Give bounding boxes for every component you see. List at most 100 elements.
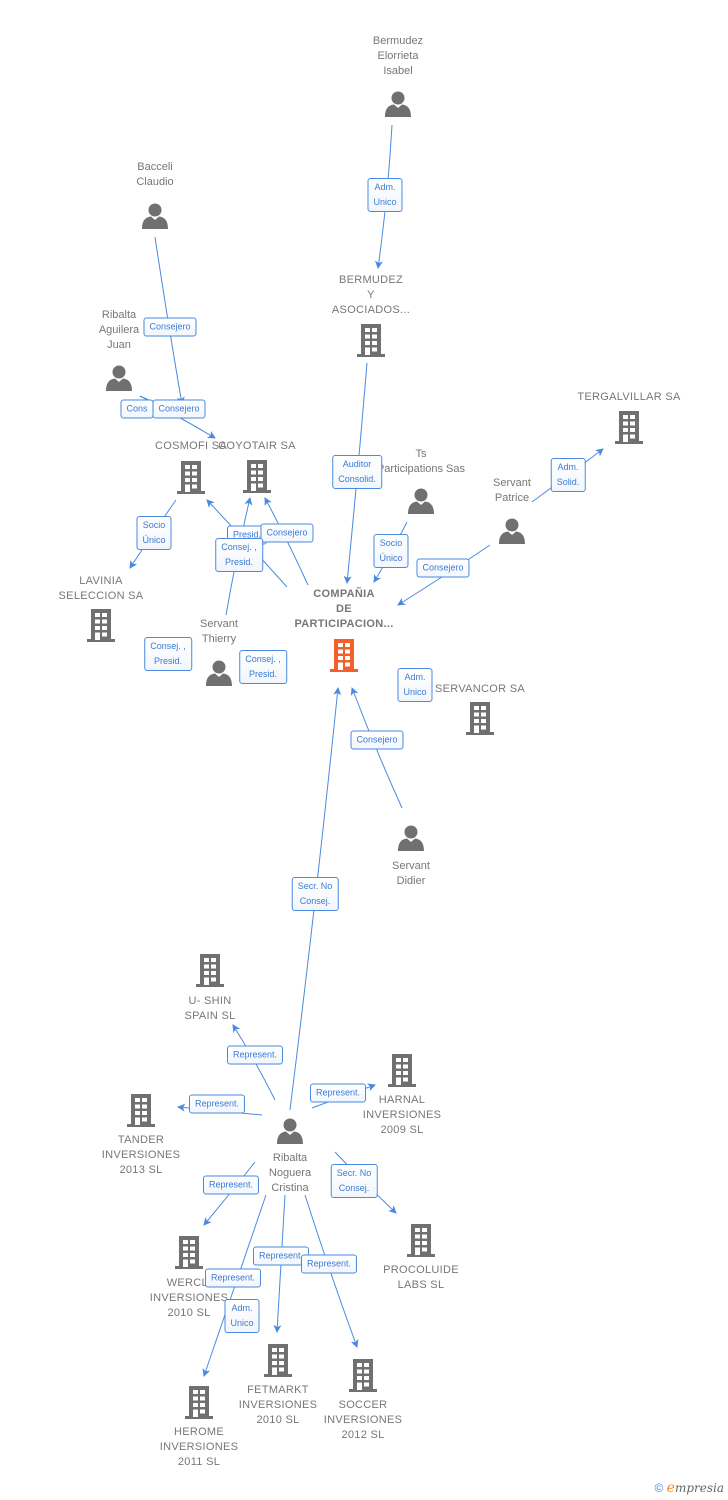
node-label[interactable]: TERGALVILLAR SA <box>549 390 709 405</box>
node-label-line: SOCCER <box>338 1399 388 1411</box>
building-icon[interactable] <box>356 323 386 362</box>
node-label-line: DE <box>336 603 352 615</box>
node-label[interactable]: PROCOLUIDE LABS SL <box>341 1263 501 1293</box>
person-icon[interactable] <box>276 1116 304 1149</box>
node-label-line: PROCOLUIDE <box>383 1264 459 1276</box>
edge-role-text: Represent. <box>232 1049 278 1060</box>
edge-role-label[interactable]: Consej. , Presid. <box>144 637 192 671</box>
node-label-line: HEROME <box>173 1426 225 1438</box>
node-label[interactable]: SOCCER INVERSIONES 2012 SL <box>283 1398 443 1443</box>
edge-role-text: Consej. , <box>245 654 281 664</box>
building-icon[interactable] <box>614 410 644 449</box>
building-icon[interactable] <box>387 1053 417 1092</box>
node-label-line: Bacceli <box>137 161 173 173</box>
node-label-line: TANDER <box>117 1134 165 1146</box>
node-label[interactable]: Servant Didier <box>331 859 491 889</box>
node-label[interactable]: BERMUDEZ Y ASOCIADOS... <box>291 273 451 318</box>
person-icon[interactable] <box>141 201 169 234</box>
building-icon[interactable] <box>174 1235 204 1274</box>
edge-role-label[interactable]: Socio Único <box>373 534 409 568</box>
edge-role-text: Represent. <box>194 1098 240 1109</box>
edge-role-text: Presid. <box>248 669 277 679</box>
node-label-line: 2009 SL <box>380 1124 424 1136</box>
edge-role-text: Represent. <box>315 1087 361 1098</box>
edge-role-label[interactable]: Adm. Unico <box>224 1299 260 1333</box>
node-label-line: TERGALVILLAR SA <box>577 391 681 403</box>
edge-role-text: Solid. <box>556 477 580 487</box>
edge-role-text: Único <box>142 535 166 545</box>
edge-role-label[interactable]: Consej. , Presid. <box>215 538 263 572</box>
edge-role-label[interactable]: Adm. Unico <box>397 668 433 702</box>
person-icon[interactable] <box>397 823 425 856</box>
node-label[interactable]: Bacceli Claudio <box>75 160 235 190</box>
building-icon[interactable] <box>242 459 272 498</box>
edge-role-label[interactable]: Consej. , Presid. <box>239 650 287 684</box>
edge-role-label[interactable]: Represent. <box>204 1268 262 1288</box>
edge-role-label[interactable]: Consejero <box>152 399 206 419</box>
edge-role-text: Socio <box>142 520 166 530</box>
building-icon[interactable] <box>348 1358 378 1397</box>
edge-role-label[interactable]: Represent. <box>309 1083 367 1103</box>
building-icon[interactable] <box>465 701 495 740</box>
edge-role-label[interactable]: Secr. No Consej. <box>291 877 339 911</box>
edge-role-label[interactable]: Represent. <box>202 1175 260 1195</box>
edge-role-text: Auditor <box>342 459 372 469</box>
edge-role-label[interactable]: Consejero <box>143 317 197 337</box>
person-icon[interactable] <box>205 658 233 691</box>
edge-role-text: Represent. <box>210 1272 256 1283</box>
building-icon[interactable] <box>184 1385 214 1424</box>
person-icon[interactable] <box>105 363 133 396</box>
edge-role-text: Presid. <box>153 656 182 666</box>
edge-role-text: Único <box>379 553 403 563</box>
node-label-line: INVERSIONES <box>323 1414 403 1426</box>
node-label[interactable]: LAVINIA SELECCION SA <box>21 574 181 604</box>
building-icon[interactable] <box>263 1343 293 1382</box>
main-company-building-icon[interactable] <box>329 638 359 677</box>
edge-role-label[interactable]: Represent. <box>188 1094 246 1114</box>
node-label[interactable]: Bermudez Elorrieta Isabel <box>318 34 478 79</box>
person-icon[interactable] <box>498 516 526 549</box>
edge-role-text: Adm. <box>557 462 579 472</box>
building-icon[interactable] <box>406 1223 436 1262</box>
edge-role-label[interactable]: Represent. <box>300 1254 358 1274</box>
person-icon[interactable] <box>384 89 412 122</box>
copyright-symbol: © <box>654 1481 664 1495</box>
edge-role-text: Consej. <box>299 896 331 906</box>
node-label-line: 2013 SL <box>119 1164 163 1176</box>
edge-role-label[interactable]: Cons <box>120 399 154 419</box>
node-label-line: 2011 SL <box>177 1456 221 1468</box>
edge-role-text: Consejero <box>158 403 200 414</box>
node-label-line: INVERSIONES <box>362 1109 442 1121</box>
node-label[interactable]: COMPAÑIA DE PARTICIPACION... <box>264 587 424 632</box>
node-label-line: Servant <box>392 860 430 872</box>
edge-role-label[interactable]: Consejero <box>260 523 314 543</box>
edge-role-label[interactable]: Represent. <box>226 1045 284 1065</box>
building-icon[interactable] <box>195 953 225 992</box>
node-label[interactable]: COYOTAIR SA <box>177 439 337 454</box>
edge-role-label[interactable]: Consejero <box>350 730 404 750</box>
edge-role-text: Consolid. <box>338 474 376 484</box>
edge-role-text: Consejero <box>266 527 308 538</box>
node-label-line: Isabel <box>383 65 413 77</box>
building-icon[interactable] <box>126 1093 156 1132</box>
edge-role-label[interactable]: Adm. Solid. <box>550 458 586 492</box>
empresia-logo: empresia <box>666 1480 724 1496</box>
edge-role-label[interactable]: Adm. Unico <box>367 178 403 212</box>
edge-role-text: Consej. , <box>221 542 257 552</box>
edge-role-text: Adm. <box>374 182 396 192</box>
person-icon[interactable] <box>407 486 435 519</box>
edge-role-label[interactable]: Consejero <box>416 558 470 578</box>
edge-role-label[interactable]: Secr. No Consej. <box>330 1164 378 1198</box>
edge-role-label[interactable]: Socio Único <box>136 516 172 550</box>
node-label-line: COYOTAIR SA <box>218 440 296 452</box>
building-icon[interactable] <box>86 608 116 647</box>
building-icon[interactable] <box>176 460 206 499</box>
node-label-line: INVERSIONES <box>159 1441 239 1453</box>
node-label[interactable]: HEROME INVERSIONES 2011 SL <box>119 1425 279 1470</box>
edge-role-label[interactable]: Auditor Consolid. <box>332 455 382 489</box>
node-label[interactable]: U- SHIN SPAIN SL <box>130 994 290 1024</box>
edge-role-text: Adm. <box>231 1303 253 1313</box>
node-label-line: FETMARKT <box>247 1384 309 1396</box>
node-label[interactable]: TANDER INVERSIONES 2013 SL <box>61 1133 221 1178</box>
edge-role-text: Cons <box>126 403 148 414</box>
